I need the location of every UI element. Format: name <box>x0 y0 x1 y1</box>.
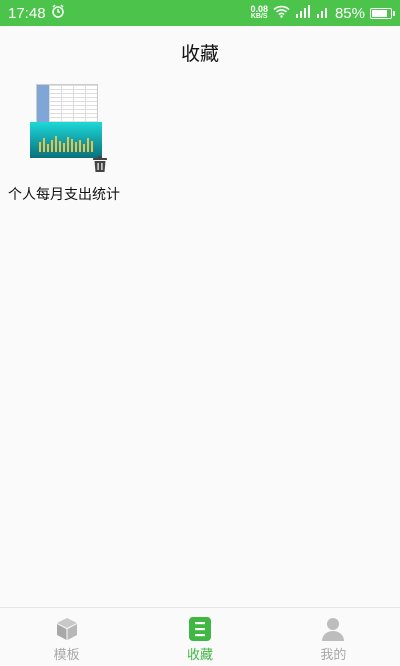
nav-item-profile[interactable]: 我的 <box>267 608 400 666</box>
person-icon <box>322 618 345 641</box>
favorite-card[interactable]: 个人每月支出统计 <box>8 84 148 204</box>
network-speed: 0.08 KB/S <box>250 5 268 21</box>
alarm-icon <box>51 4 65 22</box>
nav-item-favorites[interactable]: 收藏 <box>133 608 266 666</box>
nav-item-label: 模板 <box>53 648 80 663</box>
wifi-icon <box>273 5 290 22</box>
status-time: 17:48 <box>8 4 46 22</box>
battery-icon <box>370 7 395 19</box>
trash-icon[interactable] <box>90 154 110 174</box>
spreadsheet-thumbnail-image <box>36 84 98 124</box>
page-title: 收藏 <box>180 42 219 65</box>
favorite-title[interactable]: 个人每月支出统计 <box>8 184 148 204</box>
app-bar: 收藏 <box>0 26 400 78</box>
battery-percent: 85% <box>334 4 365 22</box>
signal-icon <box>316 5 330 22</box>
bottom-nav: 模板 收藏 我的 <box>0 607 400 666</box>
nav-item-label: 我的 <box>320 648 347 663</box>
signal-4g-icon <box>295 4 311 22</box>
list-icon <box>188 617 211 641</box>
nav-item-label: 收藏 <box>186 648 213 663</box>
nav-item-templates[interactable]: 模板 <box>0 608 133 666</box>
favorite-thumbnail[interactable] <box>28 84 128 172</box>
status-bar: 17:48 0.08 KB/S 85% <box>0 0 400 26</box>
chart-thumbnail-image <box>30 122 102 158</box>
network-speed-unit: KB/S <box>250 13 268 20</box>
network-speed-value: 0.08 <box>250 4 268 14</box>
cube-icon <box>56 618 77 640</box>
